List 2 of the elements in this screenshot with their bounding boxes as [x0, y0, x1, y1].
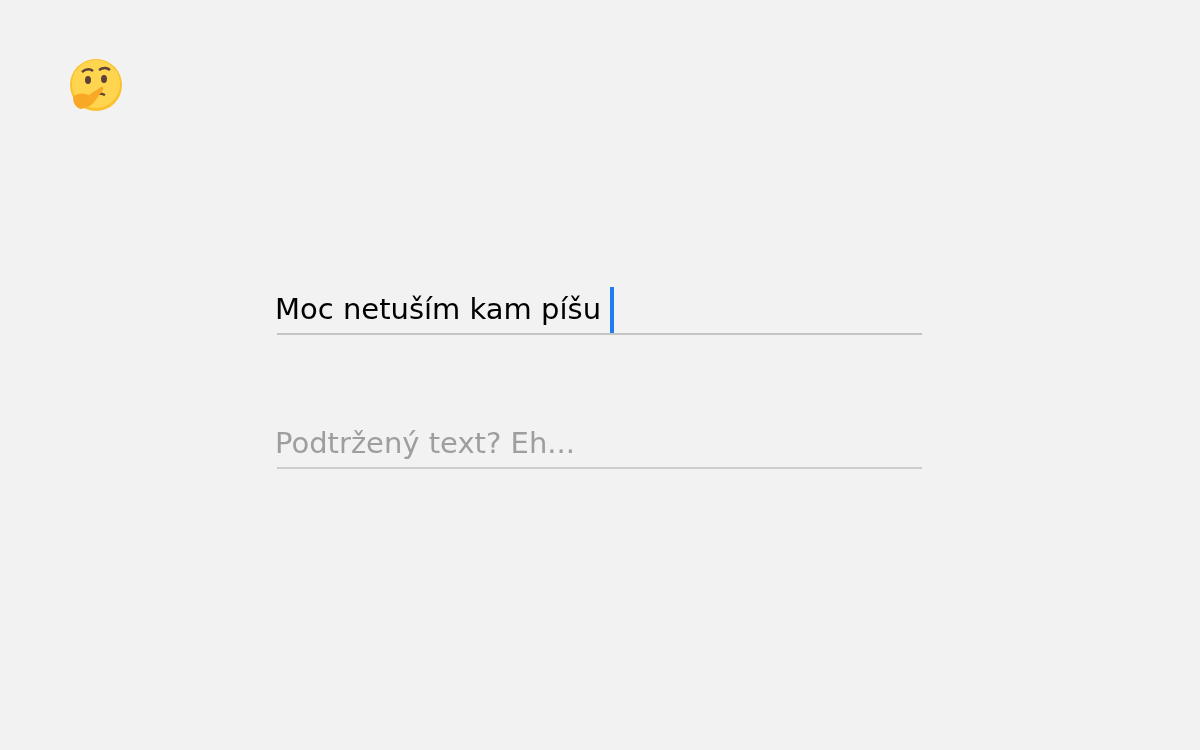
text-cursor — [610, 287, 614, 333]
input-field[interactable]: Moc netuším kam píšu — [277, 287, 922, 335]
